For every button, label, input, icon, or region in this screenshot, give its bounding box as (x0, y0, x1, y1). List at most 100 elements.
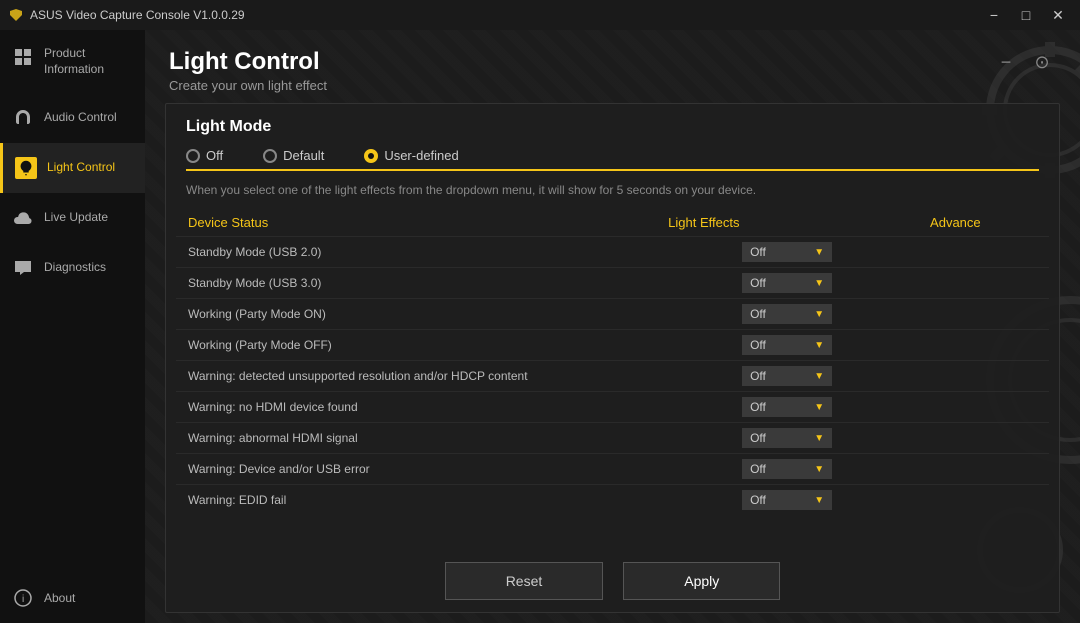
sidebar-item-label-light: Light Control (47, 160, 115, 176)
app-title: ASUS Video Capture Console V1.0.0.29 (30, 8, 245, 22)
light-mode-title: Light Mode (186, 118, 1039, 136)
page-header: Light Control − ⊙ Create your own light … (145, 30, 1080, 103)
effect-value-1: Off (750, 276, 766, 290)
advance-cell (918, 299, 1049, 330)
radio-user-defined-circle (364, 149, 378, 163)
radio-user-defined[interactable]: User-defined (364, 148, 458, 163)
grid-icon (12, 46, 34, 68)
light-effect-cell: Off ▼ (656, 361, 918, 392)
table-container[interactable]: Device Status Light Effects Advance Stan… (166, 209, 1059, 550)
effect-value-2: Off (750, 307, 766, 321)
radio-default[interactable]: Default (263, 148, 324, 163)
titlebar-controls: − □ ✕ (980, 5, 1072, 25)
sidebar-item-label-product: Product Information (44, 46, 133, 77)
radio-user-defined-label: User-defined (384, 148, 458, 163)
effect-value-5: Off (750, 400, 766, 414)
sidebar-item-audio-control[interactable]: Audio Control (0, 93, 145, 143)
light-effect-cell: Off ▼ (656, 392, 918, 423)
light-effect-cell: Off ▼ (656, 299, 918, 330)
table-row: Warning: no HDMI device found Off ▼ (176, 392, 1049, 423)
sidebar-item-product-information[interactable]: Product Information (0, 30, 145, 93)
svg-text:i: i (22, 594, 24, 605)
footer-buttons: Reset Apply (166, 550, 1059, 612)
table-row: Standby Mode (USB 2.0) Off ▼ (176, 237, 1049, 268)
expand-icon-button[interactable]: ⊙ (1028, 48, 1056, 76)
content-inner: Light Control − ⊙ Create your own light … (145, 30, 1080, 623)
device-status-cell: Warning: Device and/or USB error (176, 454, 656, 485)
apply-button[interactable]: Apply (623, 562, 780, 600)
minimize-button[interactable]: − (980, 5, 1008, 25)
device-status-cell: Warning: detected unsupported resolution… (176, 361, 656, 392)
effect-dropdown-7[interactable]: Off ▼ (742, 459, 832, 479)
light-effect-cell: Off ▼ (656, 330, 918, 361)
device-status-cell: Working (Party Mode OFF) (176, 330, 656, 361)
effect-value-0: Off (750, 245, 766, 259)
main-card: Light Mode Off Default User-defined (165, 103, 1060, 613)
dropdown-arrow-icon: ▼ (814, 402, 824, 413)
effect-dropdown-1[interactable]: Off ▼ (742, 273, 832, 293)
table-row: Standby Mode (USB 3.0) Off ▼ (176, 268, 1049, 299)
effect-value-6: Off (750, 431, 766, 445)
table-row: Warning: Device and/or USB error Off ▼ (176, 454, 1049, 485)
titlebar: ASUS Video Capture Console V1.0.0.29 − □… (0, 0, 1080, 30)
info-circle-icon: i (12, 587, 34, 609)
effect-dropdown-8[interactable]: Off ▼ (742, 490, 832, 510)
effect-dropdown-0[interactable]: Off ▼ (742, 242, 832, 262)
dropdown-arrow-icon: ▼ (814, 433, 824, 444)
advance-cell (918, 423, 1049, 454)
headphone-icon (12, 107, 34, 129)
advance-cell (918, 361, 1049, 392)
sidebar-item-light-control[interactable]: Light Control (0, 143, 145, 193)
advance-cell (918, 392, 1049, 423)
table-row: Working (Party Mode ON) Off ▼ (176, 299, 1049, 330)
effect-dropdown-3[interactable]: Off ▼ (742, 335, 832, 355)
asus-logo-icon (8, 7, 24, 23)
effect-dropdown-6[interactable]: Off ▼ (742, 428, 832, 448)
advance-cell (918, 485, 1049, 516)
dropdown-arrow-icon: ▼ (814, 278, 824, 289)
effect-dropdown-5[interactable]: Off ▼ (742, 397, 832, 417)
table-row: Working (Party Mode OFF) Off ▼ (176, 330, 1049, 361)
radio-off[interactable]: Off (186, 148, 223, 163)
col-header-light-effects: Light Effects (656, 209, 918, 237)
titlebar-left: ASUS Video Capture Console V1.0.0.29 (8, 7, 245, 23)
effect-value-8: Off (750, 493, 766, 507)
sidebar-item-label-audio: Audio Control (44, 110, 117, 126)
dropdown-arrow-icon: ▼ (814, 340, 824, 351)
minimize-icon-button[interactable]: − (992, 48, 1020, 76)
effect-dropdown-2[interactable]: Off ▼ (742, 304, 832, 324)
advance-cell (918, 237, 1049, 268)
sidebar-item-diagnostics[interactable]: Diagnostics (0, 243, 145, 293)
effect-dropdown-4[interactable]: Off ▼ (742, 366, 832, 386)
page-subtitle: Create your own light effect (169, 78, 1056, 93)
light-effect-cell: Off ▼ (656, 237, 918, 268)
maximize-button[interactable]: □ (1012, 5, 1040, 25)
light-effect-cell: Off ▼ (656, 485, 918, 516)
device-status-cell: Warning: abnormal HDMI signal (176, 423, 656, 454)
sidebar-item-live-update[interactable]: Live Update (0, 193, 145, 243)
info-text: When you select one of the light effects… (166, 171, 1059, 209)
close-button[interactable]: ✕ (1044, 5, 1072, 25)
device-status-cell: Working (Party Mode ON) (176, 299, 656, 330)
dropdown-arrow-icon: ▼ (814, 495, 824, 506)
effect-value-4: Off (750, 369, 766, 383)
col-header-device-status: Device Status (176, 209, 656, 237)
bulb-icon (15, 157, 37, 179)
table-row: Warning: EDID fail Off ▼ (176, 485, 1049, 516)
page-title: Light Control (169, 48, 320, 76)
dropdown-arrow-icon: ▼ (814, 464, 824, 475)
light-mode-options: Off Default User-defined (186, 148, 1039, 171)
radio-off-circle (186, 149, 200, 163)
light-effect-cell: Off ▼ (656, 423, 918, 454)
sidebar: Product Information Audio Control Light … (0, 30, 145, 623)
radio-off-label: Off (206, 148, 223, 163)
device-status-cell: Standby Mode (USB 2.0) (176, 237, 656, 268)
radio-default-circle (263, 149, 277, 163)
page-header-actions: − ⊙ (992, 48, 1056, 76)
cloud-icon (12, 207, 34, 229)
sidebar-about[interactable]: i About (0, 573, 145, 623)
advance-cell (918, 330, 1049, 361)
reset-button[interactable]: Reset (445, 562, 604, 600)
effect-value-3: Off (750, 338, 766, 352)
about-label: About (44, 591, 75, 605)
